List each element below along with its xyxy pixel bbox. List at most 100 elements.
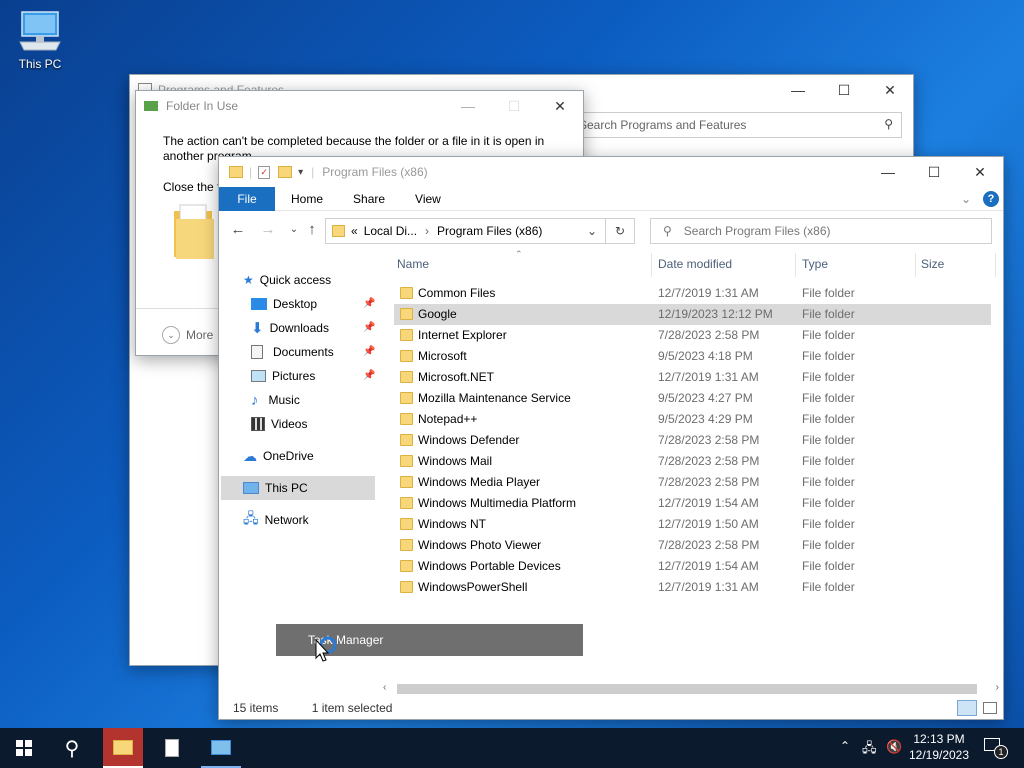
file-row[interactable]: Notepad++ 9/5/2023 4:29 PM File folder [394, 409, 991, 430]
close-button[interactable]: ✕ [537, 91, 583, 121]
file-row[interactable]: Microsoft 9/5/2023 4:18 PM File folder [394, 346, 991, 367]
nav-documents[interactable]: Documents [251, 340, 334, 364]
file-row[interactable]: Windows Portable Devices 12/7/2019 1:54 A… [394, 556, 991, 577]
column-divider[interactable] [795, 253, 796, 277]
system-clock[interactable]: 12:13 PM 12/19/2023 [905, 731, 973, 763]
file-row[interactable]: Google 12/19/2023 12:12 PM File folder [394, 304, 991, 325]
file-row[interactable]: Windows Defender 7/28/2023 2:58 PM File fo… [394, 430, 991, 451]
volume-muted-icon[interactable]: 🔇 [886, 739, 902, 755]
scroll-left-icon[interactable]: ‹ [383, 682, 386, 693]
properties-icon[interactable]: ✓ [258, 165, 271, 179]
help-icon[interactable]: ? [983, 190, 999, 207]
notification-center-button[interactable]: 1 [984, 738, 1008, 759]
file-row[interactable]: Windows NT 12/7/2019 1:50 AM File folder [394, 514, 991, 535]
large-icons-view-button[interactable] [983, 702, 997, 714]
file-row[interactable]: Common Files 12/7/2019 1:31 AM File folder [394, 283, 991, 304]
maximize-button[interactable]: ☐ [911, 157, 957, 187]
file-date: 12/7/2019 1:50 AM [658, 517, 759, 531]
column-divider[interactable] [995, 253, 996, 277]
nav-onedrive[interactable]: ☁ OneDrive [243, 444, 314, 468]
details-view-button[interactable] [957, 700, 977, 716]
up-button[interactable]: ↑ [303, 221, 321, 241]
pin-icon[interactable]: 📌 [363, 370, 375, 381]
taskbar-file-explorer[interactable] [103, 728, 143, 768]
file-row[interactable]: Microsoft.NET 12/7/2019 1:31 AM File folde… [394, 367, 991, 388]
breadcrumb-local-disk[interactable]: Local Di... [364, 224, 417, 238]
tab-home[interactable]: Home [275, 187, 338, 211]
file-row[interactable]: Windows Multimedia Platform 12/7/2019 1:5… [394, 493, 991, 514]
minimize-button[interactable]: — [775, 75, 821, 105]
nav-this-pc[interactable]: This PC [221, 476, 375, 500]
scrollbar-thumb[interactable] [397, 684, 977, 694]
file-row[interactable]: Mozilla Maintenance Service 9/5/2023 4:27… [394, 388, 991, 409]
column-divider[interactable] [915, 253, 916, 277]
pin-icon[interactable]: 📌 [363, 346, 375, 357]
recent-locations-button[interactable]: ⌄ [285, 224, 303, 244]
nav-network[interactable]: 🖧 Network [243, 508, 309, 532]
nav-videos[interactable]: Videos [251, 412, 307, 436]
customize-toolbar-icon[interactable]: ▾ [298, 167, 303, 178]
refresh-button[interactable]: ↻ [606, 218, 635, 244]
search-placeholder: Search Program Files (x86) [683, 224, 831, 238]
column-header-name[interactable]: Name [397, 257, 429, 277]
maximize-button[interactable]: ☐ [821, 75, 867, 105]
column-header-date[interactable]: Date modified [658, 257, 732, 277]
folder-icon [400, 371, 413, 383]
new-folder-icon[interactable] [278, 166, 293, 178]
breadcrumb-program-files[interactable]: Program Files (x86) [437, 224, 542, 238]
nav-downloads[interactable]: ⬇ Downloads [251, 316, 329, 340]
file-type: File folder [802, 307, 855, 321]
network-icon: 🖧 [243, 510, 259, 526]
search-input[interactable]: ⚲ Search Program Files (x86) [650, 218, 992, 244]
expand-ribbon-icon[interactable]: ⌄ [961, 192, 971, 206]
search-button[interactable]: ⚲ [52, 728, 92, 768]
pin-icon[interactable]: 📌 [363, 322, 375, 333]
file-date: 7/28/2023 2:58 PM [658, 475, 760, 489]
tab-share[interactable]: Share [338, 187, 400, 211]
nav-pictures[interactable]: Pictures [251, 364, 315, 388]
file-row[interactable]: Windows Mail 7/28/2023 2:58 PM File folder [394, 451, 991, 472]
column-divider[interactable] [651, 253, 652, 277]
pin-icon[interactable]: 📌 [363, 298, 375, 309]
taskbar-notepad[interactable] [152, 728, 192, 768]
column-header-size[interactable]: Size [921, 257, 944, 277]
horizontal-scrollbar[interactable]: ‹ › [379, 682, 1003, 696]
taskbar-control-panel[interactable] [201, 728, 241, 768]
desktop-this-pc[interactable]: This PC [14, 8, 66, 71]
address-dropdown-icon[interactable]: ⌄ [587, 224, 597, 238]
back-button[interactable]: ← [229, 221, 247, 241]
scroll-right-icon[interactable]: › [996, 682, 999, 693]
close-button[interactable]: ✕ [867, 75, 913, 105]
search-input[interactable]: Search Programs and Features ⚲ [570, 112, 902, 138]
minimize-button[interactable]: — [445, 91, 491, 121]
nav-quick-access[interactable]: ★ Quick access [243, 268, 331, 292]
search-placeholder: Search Programs and Features [579, 118, 747, 132]
more-details-button[interactable]: ⌄ More [162, 326, 213, 344]
tab-file[interactable]: File [219, 186, 275, 211]
file-row[interactable]: Windows Photo Viewer 7/28/2023 2:58 PM Fil… [394, 535, 991, 556]
column-header-type[interactable]: Type [802, 257, 828, 277]
nav-music[interactable]: ♪ Music [251, 388, 300, 412]
folder-icon [400, 434, 413, 446]
folder-icon [400, 392, 413, 404]
tab-view[interactable]: View [400, 187, 456, 211]
file-row[interactable]: WindowsPowerShell 12/7/2019 1:31 AM File f… [394, 577, 991, 598]
maximize-button[interactable]: ☐ [491, 91, 537, 121]
start-button[interactable] [4, 728, 44, 768]
close-button[interactable]: ✕ [957, 157, 1003, 187]
network-status-icon[interactable]: 🖧 [862, 739, 877, 761]
file-date: 7/28/2023 2:58 PM [658, 454, 760, 468]
search-icon: ⚲ [64, 737, 80, 760]
minimize-button[interactable]: — [865, 157, 911, 187]
nav-desktop[interactable]: Desktop [251, 292, 317, 316]
file-row[interactable]: Windows Media Player 7/28/2023 2:58 PM Fil… [394, 472, 991, 493]
file-name: Windows Mail [418, 454, 493, 468]
file-row[interactable]: Internet Explorer 7/28/2023 2:58 PM File f… [394, 325, 991, 346]
show-hidden-icons-icon[interactable]: ⌃ [840, 739, 850, 753]
folder-icon [400, 350, 413, 362]
forward-button[interactable]: → [259, 221, 277, 241]
address-bar[interactable]: « Local Di... › Program Files (x86) ⌄ [325, 218, 606, 244]
folder-icon [400, 287, 413, 299]
clock-date: 12/19/2023 [908, 748, 970, 762]
file-date: 9/5/2023 4:18 PM [658, 349, 753, 363]
